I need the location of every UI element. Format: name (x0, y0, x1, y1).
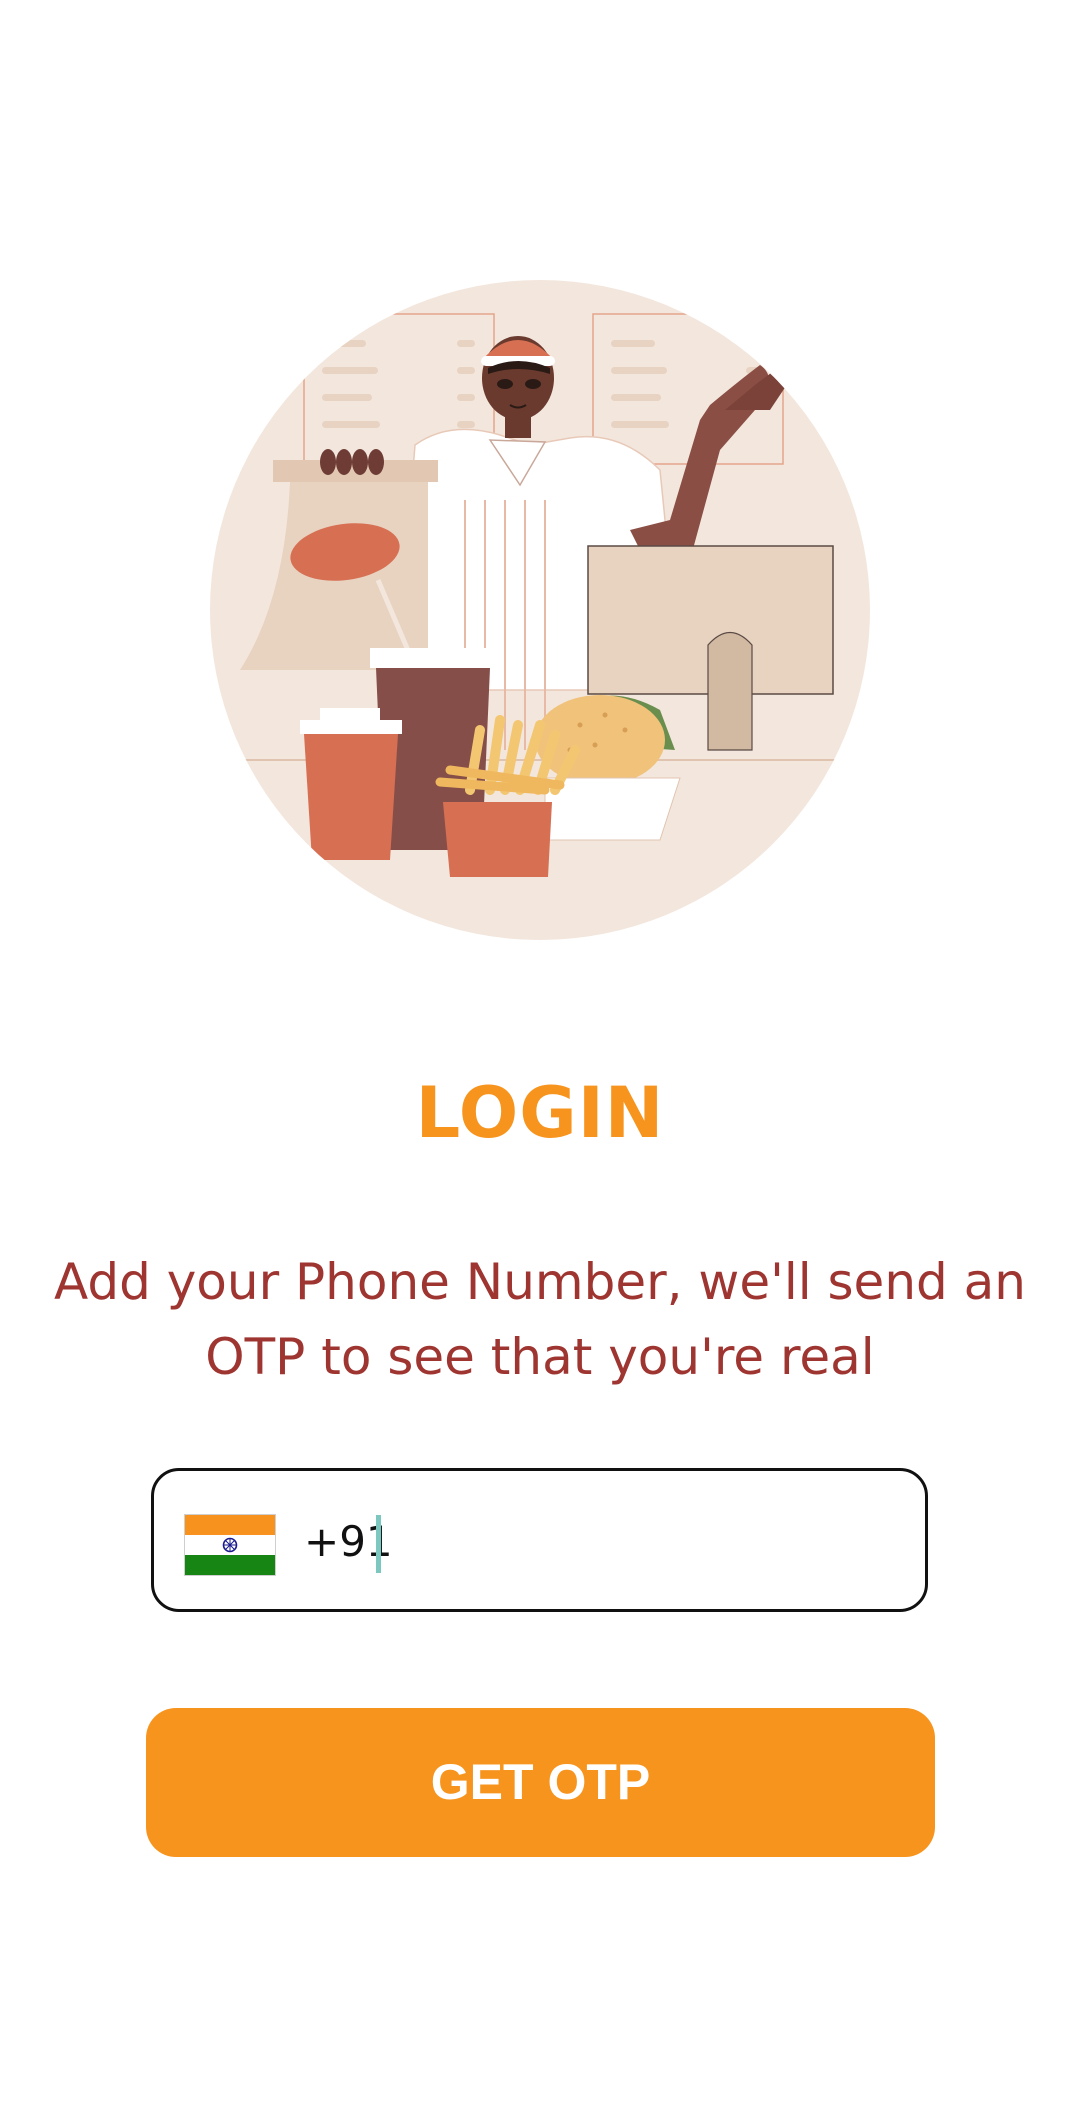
flag-green-band (185, 1555, 275, 1575)
login-title: LOGIN (415, 1072, 665, 1154)
text-cursor (376, 1515, 381, 1573)
flag-saffron-band (185, 1515, 275, 1535)
get-otp-button[interactable]: GET OTP (146, 1708, 935, 1857)
fast-food-vendor-illustration (210, 280, 870, 940)
ashoka-chakra-icon (222, 1537, 238, 1553)
login-subtitle: Add your Phone Number, we'll send an OTP… (54, 1253, 1026, 1386)
small-drink-cup (300, 708, 402, 860)
phone-number-field[interactable]: +91 (151, 1468, 928, 1612)
india-flag-icon[interactable] (184, 1514, 276, 1576)
